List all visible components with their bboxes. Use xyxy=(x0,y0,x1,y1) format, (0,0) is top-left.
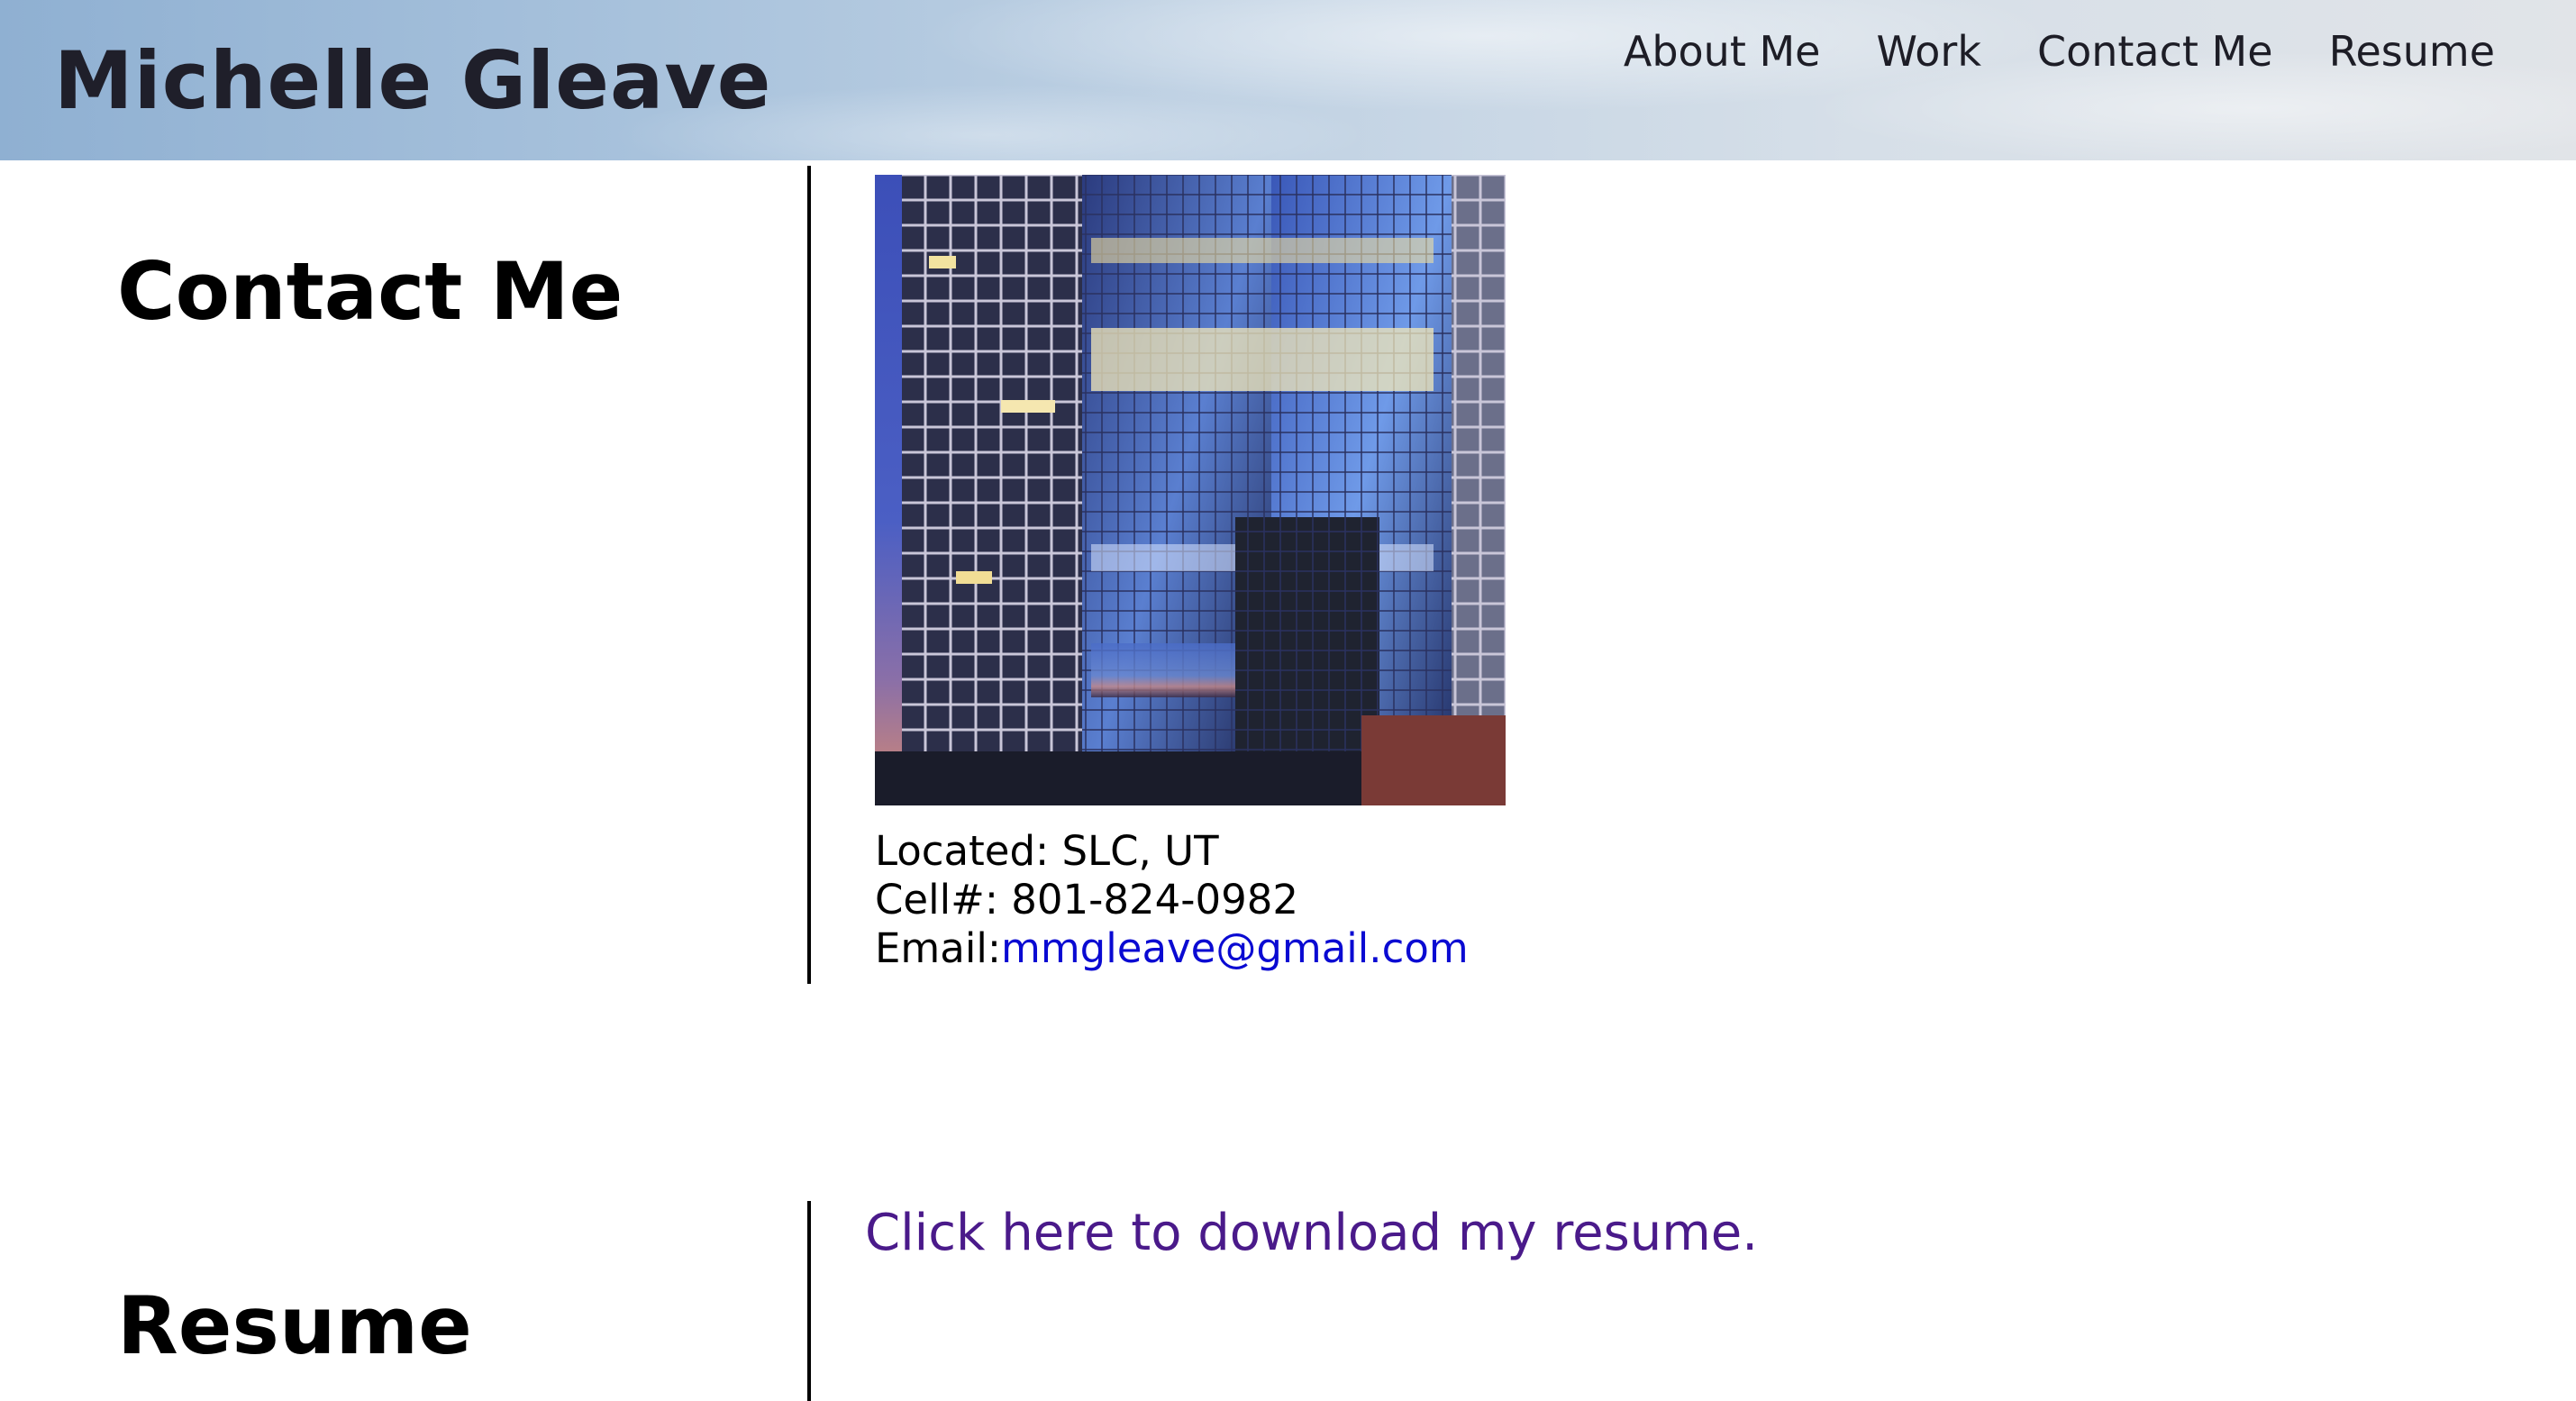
nav-contact-me[interactable]: Contact Me xyxy=(2037,27,2273,76)
email-label: Email: xyxy=(875,924,1002,972)
site-header: Michelle Gleave About Me Work Contact Me… xyxy=(0,0,2576,160)
contact-heading: Contact Me xyxy=(117,245,624,338)
resume-heading: Resume xyxy=(117,1279,472,1372)
phone-text: Cell#: 801-824-0982 xyxy=(875,876,1299,923)
building-photo xyxy=(875,175,1506,805)
nav-resume[interactable]: Resume xyxy=(2329,27,2495,76)
resume-download-link[interactable]: Click here to download my resume. xyxy=(865,1204,1758,1262)
contact-divider xyxy=(807,166,811,984)
location-text: Located: SLC, UT xyxy=(875,827,1219,875)
resume-divider xyxy=(807,1201,811,1401)
email-row: Email:mmgleave@gmail.com xyxy=(875,924,1469,973)
nav-about-me[interactable]: About Me xyxy=(1624,27,1821,76)
email-link[interactable]: mmgleave@gmail.com xyxy=(1001,924,1469,972)
nav-work[interactable]: Work xyxy=(1876,27,1980,76)
main-nav: About Me Work Contact Me Resume xyxy=(1624,27,2495,76)
site-title[interactable]: Michelle Gleave xyxy=(54,34,771,127)
contact-info: Located: SLC, UT Cell#: 801-824-0982 Ema… xyxy=(875,827,1469,973)
